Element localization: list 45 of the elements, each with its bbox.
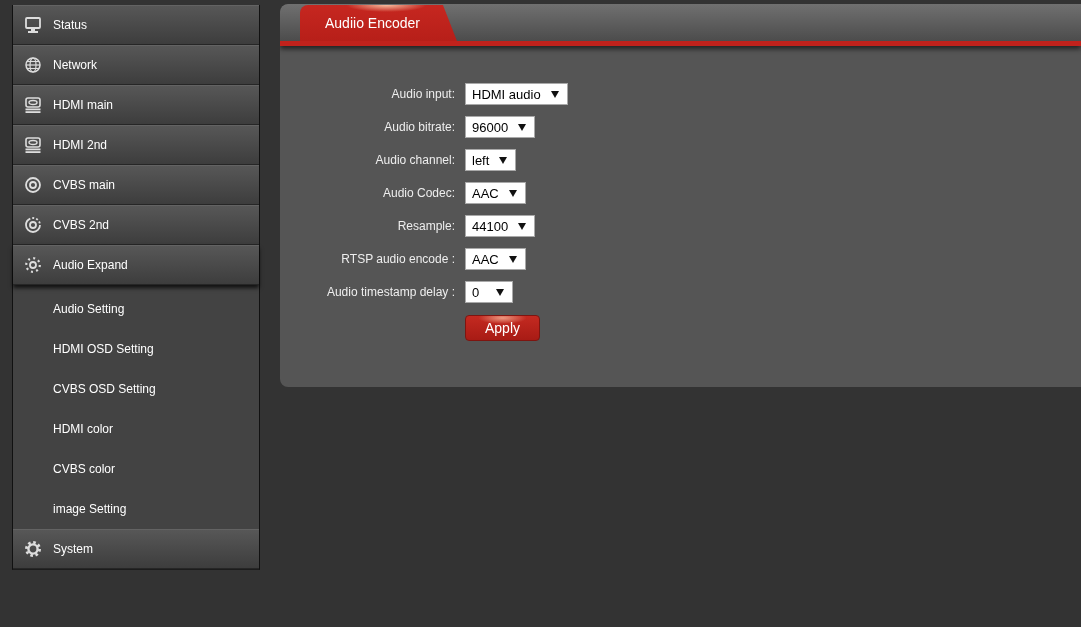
dropdown[interactable]: 44100	[465, 215, 536, 237]
caret-icon	[518, 222, 527, 230]
field-label: Audio Codec:	[382, 186, 455, 200]
dotted-ring-icon	[25, 217, 41, 233]
gear-icon	[25, 541, 41, 557]
sidebar-item[interactable]: Audio Expand	[13, 245, 259, 285]
disc-drive-icon	[25, 137, 41, 153]
dropdown[interactable]: 0	[465, 281, 513, 303]
dropdown[interactable]: 96000	[465, 116, 536, 138]
sidebar-item[interactable]: CVBS 2nd	[13, 205, 259, 245]
dropdown[interactable]: left	[465, 149, 517, 171]
caret-icon	[499, 156, 508, 164]
caret-icon	[508, 255, 517, 263]
sidebar-item[interactable]: HDMI 2nd	[13, 125, 259, 165]
submenu-item[interactable]: image Setting	[13, 489, 259, 529]
sidebar-item[interactable]: System	[13, 529, 259, 569]
monitor-icon	[25, 17, 41, 33]
field-label: Audio input:	[391, 87, 455, 101]
field-label: Resample:	[397, 219, 455, 233]
dropdown[interactable]: AAC	[465, 182, 526, 204]
ring-icon	[25, 177, 41, 193]
tab[interactable]: Audiio Encoder	[300, 5, 457, 41]
dotted-circle-icon	[25, 257, 41, 273]
dropdown[interactable]: AAC	[465, 248, 526, 270]
caret-icon	[496, 288, 504, 296]
dropdown[interactable]: HDMI audio	[465, 83, 568, 105]
field-label: RTSP audio encode :	[341, 252, 455, 266]
submenu-item[interactable]: HDMI color	[13, 409, 259, 449]
caret-icon	[550, 90, 559, 98]
sidebar-item[interactable]: Network	[13, 45, 259, 85]
globe-icon	[25, 57, 41, 73]
sidebar-item[interactable]: Status	[13, 5, 259, 45]
caret-icon	[508, 189, 517, 197]
apply-button[interactable]: Apply	[465, 315, 541, 341]
disc-drive-icon	[25, 97, 41, 113]
sidebar-item[interactable]: CVBS main	[13, 165, 259, 205]
field-label: Audio bitrate:	[384, 120, 455, 134]
field-label: Audio channel:	[375, 153, 455, 167]
submenu-item[interactable]: CVBS OSD Setting	[13, 369, 259, 409]
submenu-item[interactable]: Audio Setting	[13, 289, 259, 329]
sidebar-item[interactable]: HDMI main	[13, 85, 259, 125]
submenu-item[interactable]: HDMI OSD Setting	[13, 329, 259, 369]
caret-icon	[518, 123, 527, 131]
field-label: Audio timestamp delay :	[326, 285, 455, 299]
submenu-item[interactable]: CVBS color	[13, 449, 259, 489]
